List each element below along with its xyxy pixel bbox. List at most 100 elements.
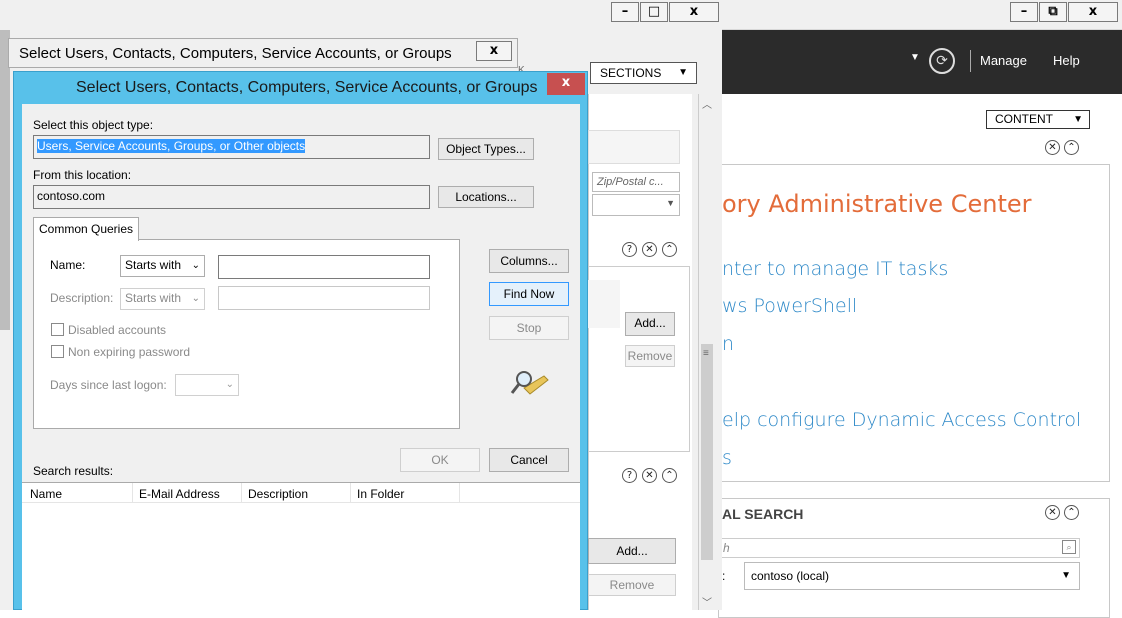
find-now-button[interactable]: Find Now	[489, 282, 569, 306]
object-type-field: Users, Service Accounts, Groups, or Othe…	[33, 135, 430, 159]
help-circle-icon[interactable]: ?	[622, 242, 637, 257]
sections-label: SECTIONS	[600, 66, 662, 80]
header-divider	[970, 50, 971, 72]
chevron-down-icon: ▼	[1061, 570, 1071, 581]
dialog-title: Select Users, Contacts, Computers, Servi…	[76, 79, 538, 96]
object-type-value: Users, Service Accounts, Groups, or Othe…	[37, 139, 306, 153]
close-button[interactable]: x	[1068, 2, 1118, 22]
column-header-name[interactable]: Name	[30, 487, 62, 501]
close-button[interactable]: x	[669, 2, 719, 22]
sections-dropdown[interactable]: SECTIONS ▼	[590, 62, 697, 84]
tab-common-queries[interactable]: Common Queries	[33, 217, 139, 241]
dialog-back-title: Select Users, Contacts, Computers, Servi…	[19, 45, 452, 62]
chevron-down-icon: ▼	[678, 67, 688, 78]
refresh-icon[interactable]: ⟳	[929, 48, 955, 74]
help-menu[interactable]: Help	[1053, 53, 1080, 68]
list-box[interactable]	[588, 280, 620, 328]
search-icon[interactable]: ⌕	[1062, 540, 1076, 554]
remove-button: Remove	[625, 345, 675, 367]
help-circle-icon[interactable]: ?	[622, 468, 637, 483]
stop-button: Stop	[489, 316, 569, 340]
left-border	[0, 30, 10, 330]
location-field: contoso.com	[33, 185, 430, 209]
content-dropdown[interactable]: CONTENT ▼	[986, 110, 1090, 129]
remove-button: Remove	[588, 574, 676, 596]
chevron-down-icon: ▼	[666, 198, 675, 208]
scrollbar[interactable]: ︿ ≡ ﹀	[698, 94, 716, 610]
description-match-value: Starts with	[125, 291, 182, 305]
scope-select[interactable]: contoso (local) ▼	[744, 562, 1080, 590]
chevron-down-icon: ⌄	[225, 379, 234, 390]
disabled-accounts-label: Disabled accounts	[68, 323, 167, 337]
link-powershell[interactable]: ws PowerShell	[722, 295, 857, 317]
address-field[interactable]	[588, 130, 680, 164]
properties-titlebar: – □ x	[0, 0, 722, 30]
scrollbar-thumb[interactable]	[701, 344, 713, 560]
chevron-down-icon: ⌄	[191, 260, 200, 271]
description-match-select: Starts with ⌄	[120, 288, 205, 310]
minimize-button[interactable]: –	[611, 2, 639, 22]
close-circle-icon[interactable]: ✕	[1045, 505, 1060, 520]
collapse-circle-icon[interactable]: ⌃	[662, 242, 677, 257]
link-dynamic-access[interactable]: elp configure Dynamic Access Control	[722, 409, 1081, 431]
minimize-button[interactable]: –	[1010, 2, 1038, 22]
column-divider	[459, 483, 460, 503]
collapse-circle-icon[interactable]: ⌃	[1064, 140, 1079, 155]
manage-menu[interactable]: Manage	[980, 53, 1027, 68]
days-select: ⌄	[175, 374, 239, 396]
search-results-label: Search results:	[33, 464, 114, 478]
column-divider	[132, 483, 133, 503]
adac-window: – ⧉ x ▼ ⟳ Manage Help CONTENT ▼ ✕ ⌃ ory …	[718, 0, 1122, 618]
global-search-title: AL SEARCH	[722, 506, 804, 522]
close-circle-icon[interactable]: ✕	[1045, 140, 1060, 155]
column-divider	[241, 483, 242, 503]
name-match-value: Starts with	[125, 258, 182, 272]
close-circle-icon[interactable]: ✕	[642, 468, 657, 483]
add-button[interactable]: Add...	[625, 312, 675, 336]
ok-button: OK	[400, 448, 480, 472]
object-type-label: Select this object type:	[33, 118, 154, 132]
column-header-folder[interactable]: In Folder	[357, 487, 404, 501]
close-circle-icon[interactable]: ✕	[642, 242, 657, 257]
select-dialog-back: Select Users, Contacts, Computers, Servi…	[8, 38, 525, 76]
name-label: Name:	[50, 258, 86, 272]
scroll-down-icon[interactable]: ﹀	[702, 594, 712, 609]
search-results-list[interactable]: Name E-Mail Address Description In Folde…	[22, 482, 580, 611]
link-partial-2[interactable]: s	[722, 447, 732, 469]
collapse-circle-icon[interactable]: ⌃	[1064, 505, 1079, 520]
link-it-tasks[interactable]: nter to manage IT tasks	[722, 258, 948, 280]
dialog-close-button[interactable]: x	[547, 73, 585, 95]
name-input[interactable]	[218, 255, 430, 279]
column-header-description[interactable]: Description	[248, 487, 308, 501]
overview-title: ory Administrative Center	[722, 190, 1032, 218]
adac-titlebar: – ⧉ x	[722, 0, 1122, 30]
link-partial[interactable]: n	[722, 333, 734, 355]
locations-button[interactable]: Locations...	[438, 186, 534, 208]
zip-field[interactable]: Zip/Postal c...	[592, 172, 680, 192]
chevron-down-icon: ⌄	[191, 293, 200, 304]
non-expiring-label: Non expiring password	[68, 345, 191, 359]
columns-button[interactable]: Columns...	[489, 249, 569, 273]
scroll-up-icon[interactable]: ︿	[702, 96, 712, 111]
add-button[interactable]: Add...	[588, 538, 676, 564]
disabled-accounts-checkbox[interactable]	[51, 323, 64, 336]
country-select[interactable]: ▼	[592, 194, 680, 216]
chevron-down-icon: ▼	[1073, 114, 1083, 125]
non-expiring-checkbox[interactable]	[51, 345, 64, 358]
adac-header: ▼ ⟳ Manage Help	[722, 30, 1122, 94]
close-button[interactable]: x	[476, 41, 512, 61]
description-input	[218, 286, 430, 310]
grip-icon: ≡	[703, 348, 709, 359]
object-types-button[interactable]: Object Types...	[438, 138, 534, 160]
days-label: Days since last logon:	[50, 378, 167, 392]
select-dialog: Select Users, Contacts, Computers, Servi…	[13, 71, 588, 611]
collapse-circle-icon[interactable]: ⌃	[662, 468, 677, 483]
maximize-button[interactable]: □	[640, 2, 668, 22]
dropdown-arrow-icon[interactable]: ▼	[910, 52, 920, 63]
scope-value: contoso (local)	[751, 569, 830, 583]
name-match-select[interactable]: Starts with ⌄	[120, 255, 205, 277]
cancel-button[interactable]: Cancel	[489, 448, 569, 472]
restore-button[interactable]: ⧉	[1039, 2, 1067, 22]
column-header-email[interactable]: E-Mail Address	[139, 487, 220, 501]
global-search-input[interactable]: h ⌕	[718, 538, 1080, 558]
